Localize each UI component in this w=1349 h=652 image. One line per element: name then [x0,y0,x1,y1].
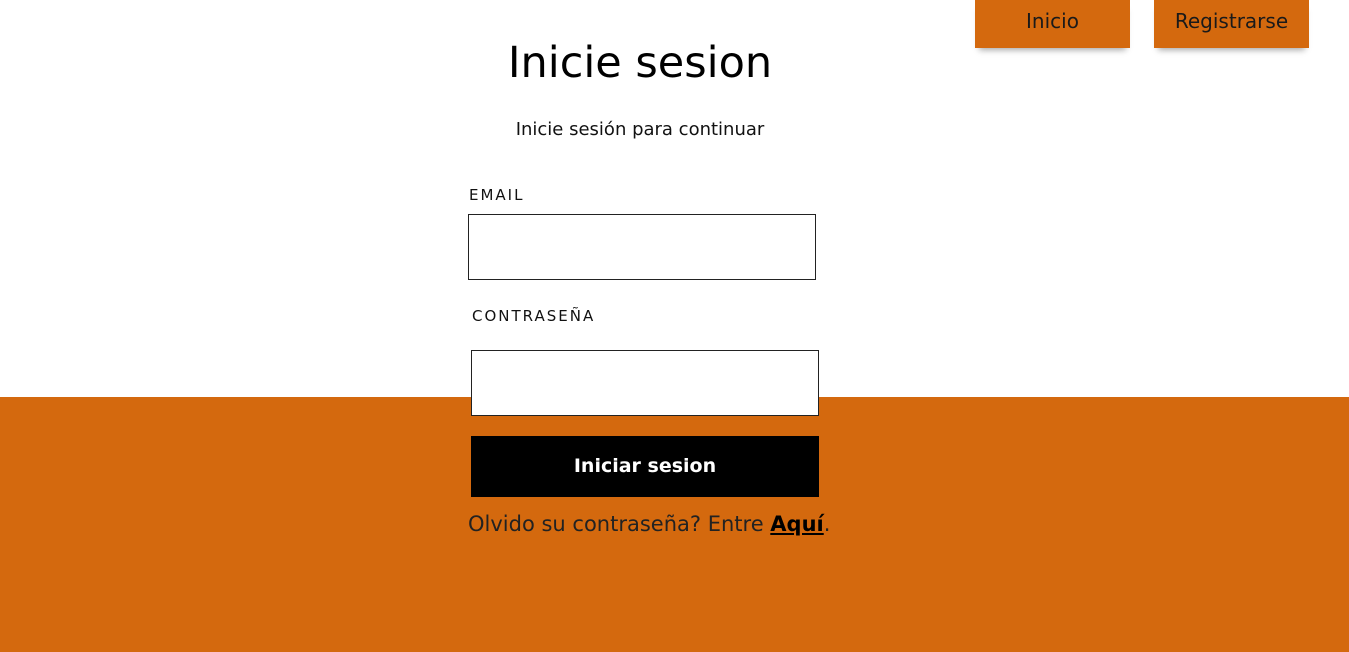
password-field[interactable] [471,350,819,416]
forgot-password-link[interactable]: Aquí [770,512,823,536]
forgot-suffix: . [823,512,831,536]
forgot-password-text: Olvido su contraseña? Entre Aquí. [468,512,830,536]
forgot-prefix: Olvido su contraseña? Entre [468,512,771,536]
login-page: Inicio Registrarse Inicie sesion Inicie … [0,0,1349,652]
password-label: CONTRASEÑA [472,307,596,325]
email-field[interactable] [468,214,816,280]
email-label: EMAIL [469,186,525,204]
login-submit-button[interactable]: Iniciar sesion [471,436,819,497]
page-title: Inicie sesion [507,38,773,88]
page-subtitle: Inicie sesión para continuar [515,119,765,140]
